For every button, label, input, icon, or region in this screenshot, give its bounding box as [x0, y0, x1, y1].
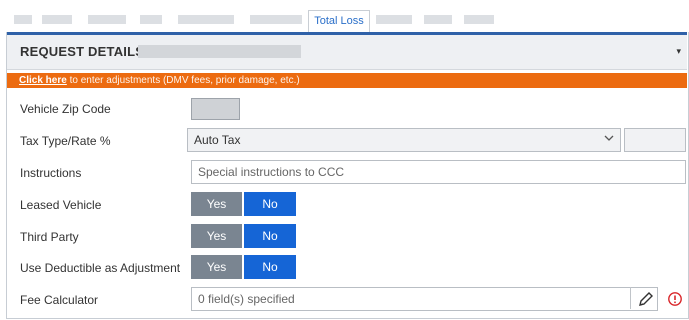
chevron-down-icon[interactable]: ▾: [676, 46, 681, 57]
tax-rate-input[interactable]: [624, 128, 686, 152]
zip-code-input[interactable]: [191, 98, 240, 120]
tab-placeholder[interactable]: [140, 15, 162, 24]
third-party-no-button[interactable]: No: [244, 224, 296, 248]
tab-total-loss[interactable]: Total Loss: [308, 10, 370, 32]
third-party-yes-button[interactable]: Yes: [191, 224, 242, 248]
tab-placeholder[interactable]: [14, 15, 32, 24]
tab-placeholder[interactable]: [424, 15, 452, 24]
leased-vehicle-label: Leased Vehicle: [20, 198, 102, 212]
tab-bar: Total Loss: [0, 0, 689, 32]
tab-placeholder[interactable]: [88, 15, 126, 24]
alert-circle-icon: [667, 291, 683, 312]
tax-type-value: Auto Tax: [194, 133, 241, 147]
leased-yes-button[interactable]: Yes: [191, 192, 242, 216]
request-details-header[interactable]: REQUEST DETAILS ▾: [7, 32, 687, 70]
tax-type-select[interactable]: Auto Tax: [187, 128, 621, 152]
tab-placeholder[interactable]: [42, 15, 72, 24]
redacted-field: [138, 45, 301, 58]
deductible-label: Use Deductible as Adjustment: [20, 261, 181, 275]
fee-calculator-field[interactable]: 0 field(s) specified: [191, 287, 658, 311]
deductible-yes-button[interactable]: Yes: [191, 255, 242, 279]
adjustments-banner: Click here to enter adjustments (DMV fee…: [7, 73, 687, 88]
instructions-input[interactable]: Special instructions to CCC: [191, 160, 686, 184]
instructions-label: Instructions: [20, 166, 82, 180]
tab-placeholder[interactable]: [464, 15, 494, 24]
instructions-placeholder: Special instructions to CCC: [198, 165, 345, 179]
pencil-icon[interactable]: [630, 287, 658, 309]
tab-placeholder[interactable]: [376, 15, 412, 24]
deductible-no-button[interactable]: No: [244, 255, 296, 279]
chevron-down-icon: [604, 134, 614, 145]
third-party-label: Third Party: [20, 230, 79, 244]
section-title: REQUEST DETAILS: [20, 44, 145, 59]
leased-no-button[interactable]: No: [244, 192, 296, 216]
tab-placeholder[interactable]: [250, 15, 302, 24]
tax-type-label: Tax Type/Rate %: [20, 134, 111, 148]
click-here-link[interactable]: Click here: [19, 75, 67, 86]
zip-label: Vehicle Zip Code: [20, 102, 111, 116]
fee-calculator-label: Fee Calculator: [20, 293, 99, 307]
banner-text: to enter adjustments (DMV fees, prior da…: [66, 75, 300, 86]
fee-calculator-value: 0 field(s) specified: [198, 292, 295, 306]
tab-placeholder[interactable]: [178, 15, 234, 24]
